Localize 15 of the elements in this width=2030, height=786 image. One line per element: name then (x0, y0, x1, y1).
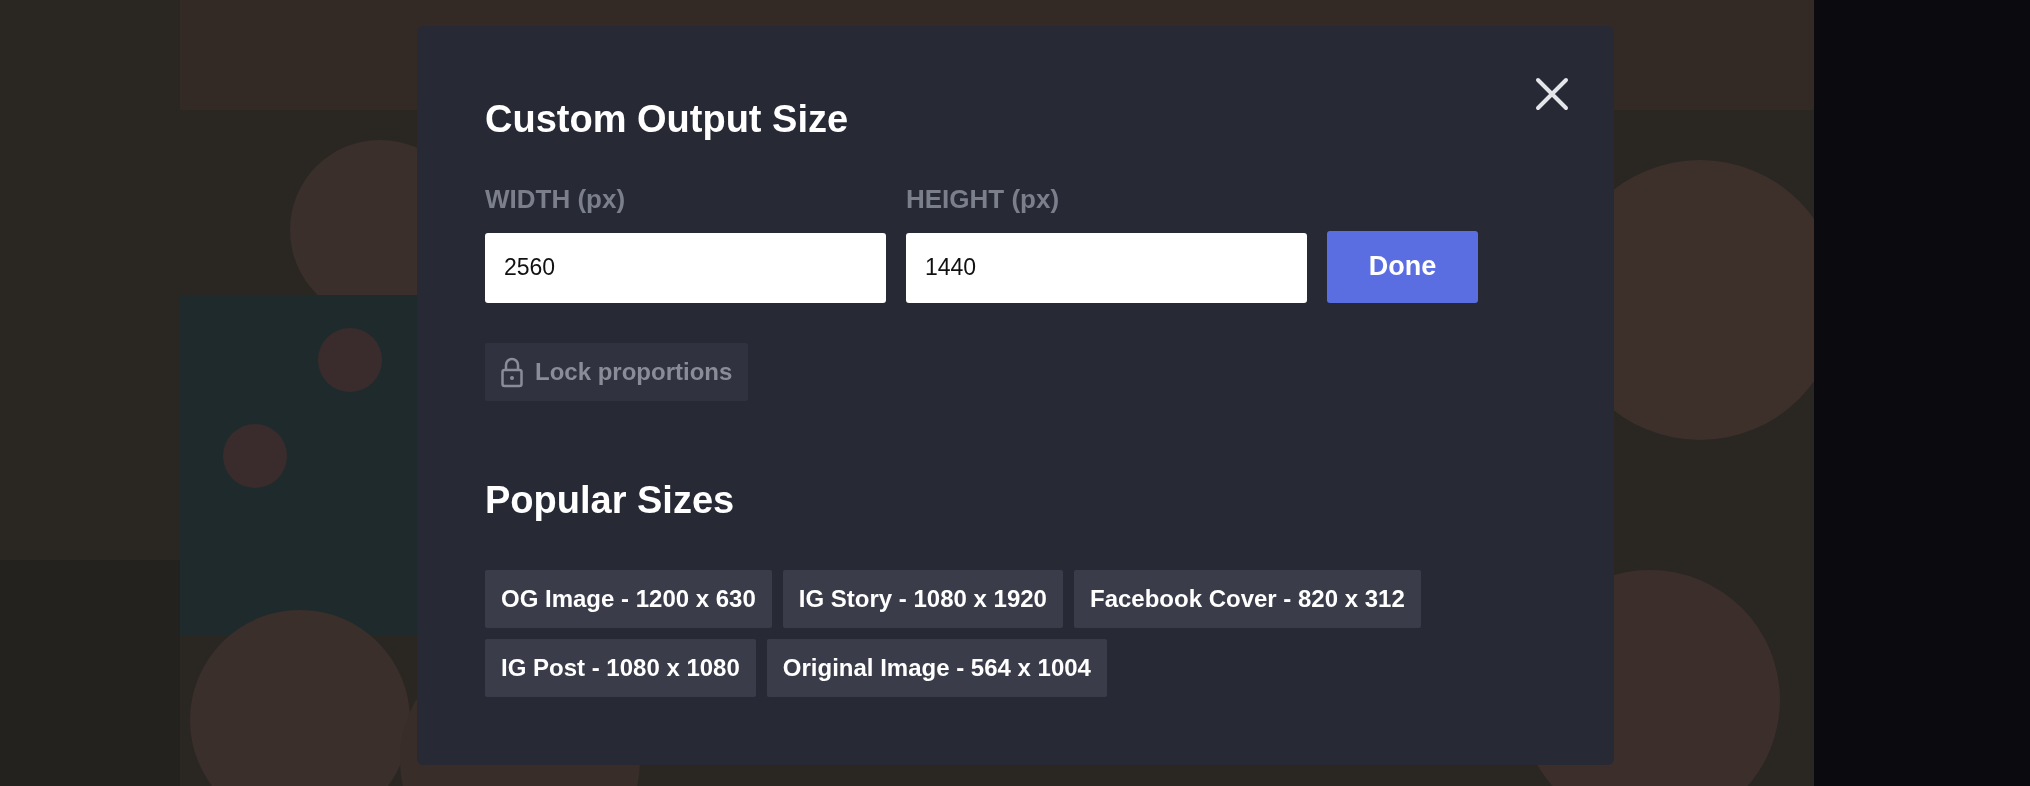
field-label: HEIGHT (px) (906, 182, 1061, 216)
section-heading: Popular Sizes (485, 477, 735, 523)
field-label: WIDTH (px) (485, 182, 627, 216)
size-preset-button[interactable]: IG Post - 1080 x 1080 (485, 639, 756, 697)
lock-proportions-button[interactable]: Lock proportions (485, 342, 749, 401)
done-button[interactable]: Done (1327, 230, 1478, 303)
close-icon (1535, 77, 1569, 111)
input-field[interactable]: 1440 (906, 232, 1307, 303)
input-field[interactable]: 2560 (485, 232, 886, 303)
size-preset-button[interactable]: Facebook Cover - 820 x 312 (1073, 570, 1421, 628)
size-preset-button[interactable]: OG Image - 1200 x 630 (485, 570, 772, 628)
size-preset-button[interactable]: Original Image - 564 x 1004 (766, 639, 1107, 697)
size-preset-button[interactable]: IG Story - 1080 x 1920 (782, 570, 1063, 628)
lock-icon (501, 355, 523, 388)
dialog-title: Custom Output Size (485, 97, 849, 142)
